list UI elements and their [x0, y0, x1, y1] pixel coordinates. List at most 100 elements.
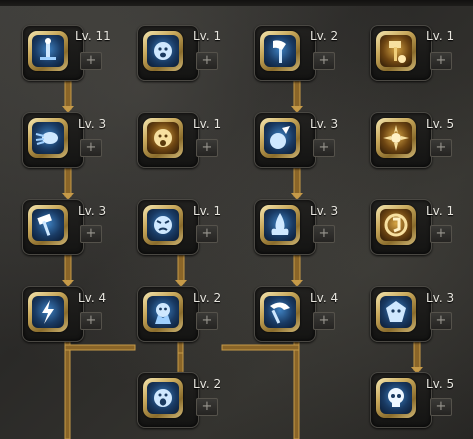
skill-level-9: Lv. 3	[78, 204, 107, 218]
skill-level-15: Lv. 4	[310, 291, 339, 305]
blue-hammer-swing-icon	[32, 209, 64, 241]
skill-slot-13[interactable]	[22, 286, 84, 342]
blue-cleave-icon	[264, 296, 296, 328]
level-up-button-7[interactable]: +	[313, 139, 335, 157]
skill-icon-frame[interactable]	[376, 378, 416, 418]
level-up-button-10[interactable]: +	[196, 225, 218, 243]
skill-icon-frame[interactable]	[260, 118, 300, 158]
blue-fury-face-icon	[147, 296, 179, 328]
blue-screaming-face-icon	[147, 382, 179, 414]
skill-icon-frame[interactable]	[28, 292, 68, 332]
skill-tree-panel: ··· ·· ·· ··· ·· ·· ·····	[0, 0, 473, 439]
skill-slot-14[interactable]	[137, 286, 199, 342]
skill-icon-frame[interactable]	[143, 378, 183, 418]
skill-level-13: Lv. 4	[78, 291, 107, 305]
level-up-button-9[interactable]: +	[80, 225, 102, 243]
level-up-button-17[interactable]: +	[196, 398, 218, 416]
gold-war-cry-icon	[147, 122, 179, 154]
level-up-button-4[interactable]: +	[430, 52, 452, 70]
level-up-button-6[interactable]: +	[196, 139, 218, 157]
skill-icon-frame[interactable]	[28, 205, 68, 245]
gold-hammer-strike-icon	[380, 35, 412, 67]
blue-skull-icon	[380, 382, 412, 414]
blue-lightning-axe-icon	[32, 296, 64, 328]
skill-level-7: Lv. 3	[310, 117, 339, 131]
gold-burst-icon	[380, 122, 412, 154]
connector-13-17-h	[64, 344, 136, 351]
skill-icon-frame[interactable]	[143, 118, 183, 158]
skill-icon-frame[interactable]	[143, 31, 183, 71]
skill-level-12: Lv. 1	[426, 204, 455, 218]
connector-10-14	[177, 252, 185, 284]
skill-level-18: Lv. 5	[426, 377, 455, 391]
skill-icon-frame[interactable]	[376, 118, 416, 158]
connector-13-down	[64, 337, 71, 439]
skill-icon-frame[interactable]	[260, 292, 300, 332]
level-up-button-15[interactable]: +	[313, 312, 335, 330]
connector-16-18	[413, 339, 421, 371]
blue-dash-icon	[32, 122, 64, 154]
skill-level-11: Lv. 3	[310, 204, 339, 218]
skill-slot-2[interactable]	[137, 25, 199, 81]
level-up-button-14[interactable]: +	[196, 312, 218, 330]
skill-slot-15[interactable]	[254, 286, 316, 342]
connector-15-17-h	[221, 344, 300, 351]
skill-icon-frame[interactable]	[376, 292, 416, 332]
skill-icon-frame[interactable]	[260, 205, 300, 245]
skill-level-5: Lv. 3	[78, 117, 107, 131]
level-up-button-16[interactable]: +	[430, 312, 452, 330]
skill-slot-12[interactable]	[370, 199, 432, 255]
connector-5-9	[64, 165, 72, 197]
connector-1-5	[64, 78, 72, 110]
connector-7-11	[293, 165, 301, 197]
connector-15-down	[293, 337, 300, 439]
skill-level-10: Lv. 1	[193, 204, 222, 218]
blue-axe-icon	[264, 35, 296, 67]
skill-slot-8[interactable]	[370, 112, 432, 168]
level-up-button-11[interactable]: +	[313, 225, 335, 243]
skill-level-8: Lv. 5	[426, 117, 455, 131]
skill-slot-9[interactable]	[22, 199, 84, 255]
skill-icon-frame[interactable]	[260, 31, 300, 71]
skill-icon-frame[interactable]	[376, 205, 416, 245]
connector-9-13	[64, 252, 72, 284]
skill-level-3: Lv. 2	[310, 29, 339, 43]
skill-slot-17[interactable]	[137, 372, 199, 428]
skill-slot-6[interactable]	[137, 112, 199, 168]
skill-level-14: Lv. 2	[193, 291, 222, 305]
level-up-button-13[interactable]: +	[80, 312, 102, 330]
skill-slot-7[interactable]	[254, 112, 316, 168]
skill-slot-5[interactable]	[22, 112, 84, 168]
level-up-button-12[interactable]: +	[430, 225, 452, 243]
level-up-button-2[interactable]: +	[196, 52, 218, 70]
skill-level-6: Lv. 1	[193, 117, 222, 131]
skill-slot-16[interactable]	[370, 286, 432, 342]
skill-slot-18[interactable]	[370, 372, 432, 428]
level-up-button-3[interactable]: +	[313, 52, 335, 70]
skill-icon-frame[interactable]	[28, 31, 68, 71]
connector-11-15	[293, 252, 301, 284]
blue-flame-icon	[264, 209, 296, 241]
skill-icon-frame[interactable]	[376, 31, 416, 71]
blue-sword-pillar-icon	[32, 35, 64, 67]
level-up-button-1[interactable]: +	[80, 52, 102, 70]
level-up-button-18[interactable]: +	[430, 398, 452, 416]
skill-level-1: Lv. 11	[75, 29, 111, 43]
skill-icon-frame[interactable]	[143, 205, 183, 245]
skill-icon-frame[interactable]	[143, 292, 183, 332]
level-up-button-8[interactable]: +	[430, 139, 452, 157]
connector-3-7	[293, 78, 301, 110]
blue-roaring-face-icon	[147, 35, 179, 67]
level-up-button-5[interactable]: +	[80, 139, 102, 157]
skill-slot-11[interactable]	[254, 199, 316, 255]
skill-slot-10[interactable]	[137, 199, 199, 255]
skill-level-17: Lv. 2	[193, 377, 222, 391]
skill-level-4: Lv. 1	[426, 29, 455, 43]
gold-shield-rune-icon	[380, 209, 412, 241]
skill-icon-frame[interactable]	[28, 118, 68, 158]
blue-smash-orb-icon	[264, 122, 296, 154]
skill-slot-4[interactable]	[370, 25, 432, 81]
skill-level-16: Lv. 3	[426, 291, 455, 305]
blue-spirit-mask-icon	[380, 296, 412, 328]
skill-slot-3[interactable]	[254, 25, 316, 81]
